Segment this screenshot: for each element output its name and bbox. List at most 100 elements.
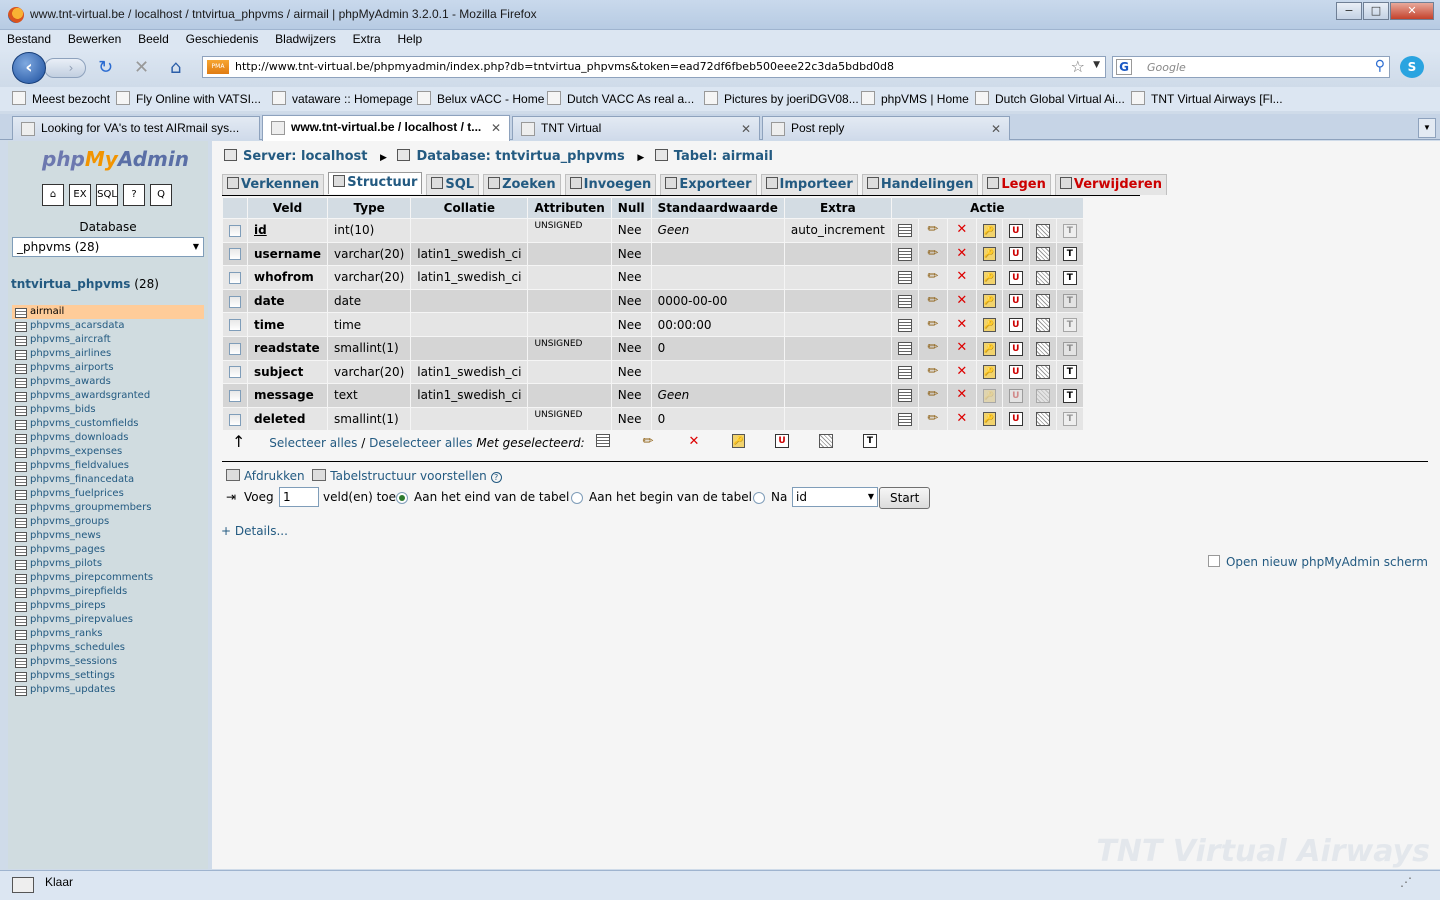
sidebar-table-item[interactable]: phpvms_news: [12, 529, 204, 543]
bookmark-item[interactable]: Belux vACC - Home: [417, 91, 544, 106]
index-icon[interactable]: [1035, 270, 1050, 285]
row-checkbox[interactable]: [229, 389, 241, 402]
sidebar-table-item[interactable]: phpvms_pireps: [12, 599, 204, 613]
close-window-button[interactable]: ✕: [1390, 2, 1434, 20]
after-field-select[interactable]: id ▼: [792, 487, 878, 507]
bookmark-item[interactable]: Dutch Global Virtual Ai...: [975, 91, 1125, 106]
search-input[interactable]: Google: [1147, 61, 1186, 74]
index-icon[interactable]: [1035, 294, 1050, 309]
tab-close-icon[interactable]: ✕: [991, 122, 1001, 136]
sidebar-table-item[interactable]: phpvms_ranks: [12, 627, 204, 641]
menu-extra[interactable]: Extra: [346, 30, 387, 46]
sidebar-table-item[interactable]: phpvms_aircraft: [12, 333, 204, 347]
breadcrumb-server[interactable]: Server: localhost: [243, 149, 367, 164]
maximize-button[interactable]: □: [1363, 2, 1389, 20]
field-name[interactable]: subject: [248, 360, 328, 384]
radio-after[interactable]: [753, 492, 765, 504]
bookmark-item[interactable]: vataware :: Homepage: [272, 91, 413, 106]
primary-key-icon[interactable]: 🔑: [982, 247, 996, 262]
sidebar-table-item[interactable]: phpvms_bids: [12, 403, 204, 417]
field-name[interactable]: id: [248, 219, 328, 242]
browser-tab[interactable]: Post reply ✕: [762, 116, 1010, 140]
index-icon[interactable]: [1035, 247, 1050, 262]
delete-icon[interactable]: ✕: [954, 411, 970, 427]
select-all-link[interactable]: Selecteer alles: [269, 436, 357, 450]
delete-icon[interactable]: ✕: [954, 222, 970, 238]
row-checkbox[interactable]: [229, 271, 241, 284]
primary-selected-icon[interactable]: 🔑: [732, 434, 745, 448]
field-name[interactable]: time: [248, 313, 328, 336]
index-icon[interactable]: [1035, 341, 1050, 356]
stop-icon[interactable]: ✕: [134, 58, 149, 78]
tab-importeer[interactable]: Importeer: [760, 174, 858, 195]
primary-key-icon[interactable]: 🔑: [982, 412, 996, 427]
edit-icon[interactable]: ✏: [925, 222, 941, 238]
radio-at-begin[interactable]: [571, 492, 583, 504]
tab-invoegen[interactable]: Invoegen: [564, 174, 657, 195]
fulltext-icon[interactable]: T: [1062, 270, 1077, 285]
edit-icon[interactable]: ✏: [925, 317, 941, 333]
tab-sql[interactable]: SQL: [426, 174, 480, 195]
delete-icon[interactable]: ✕: [954, 317, 970, 333]
primary-key-icon[interactable]: 🔑: [982, 365, 996, 380]
edit-selected-icon[interactable]: ✏: [640, 434, 656, 450]
row-checkbox[interactable]: [229, 224, 241, 237]
bookmark-item[interactable]: Pictures by joeriDGV08...: [704, 91, 859, 106]
browser-tab-active[interactable]: www.tnt-virtual.be / localhost / t... ✕: [262, 115, 510, 141]
tab-list-dropdown[interactable]: ▼: [1418, 118, 1436, 138]
unique-icon[interactable]: U: [1008, 365, 1023, 380]
sidebar-table-item[interactable]: phpvms_fuelprices: [12, 487, 204, 501]
index-icon[interactable]: [1035, 317, 1050, 332]
row-checkbox[interactable]: [229, 342, 241, 355]
propose-structure-link[interactable]: Tabelstructuur voorstellen: [330, 469, 487, 483]
fulltext-icon[interactable]: T: [1062, 223, 1077, 238]
fulltext-icon[interactable]: T: [1062, 341, 1077, 356]
sidebar-table-item[interactable]: phpvms_settings: [12, 669, 204, 683]
tab-close-icon[interactable]: ✕: [741, 122, 751, 136]
unique-icon[interactable]: U: [1008, 223, 1023, 238]
tab-close-icon[interactable]: ✕: [491, 121, 501, 135]
primary-key-icon[interactable]: 🔑: [982, 317, 996, 332]
database-link[interactable]: tntvirtua_phpvms: [11, 277, 130, 291]
menu-beeld[interactable]: Beeld: [131, 30, 175, 46]
print-link[interactable]: Afdrukken: [244, 469, 305, 483]
sidebar-table-item[interactable]: phpvms_financedata: [12, 473, 204, 487]
browse-icon[interactable]: [897, 365, 912, 379]
search-icon[interactable]: ⚲: [1375, 58, 1385, 74]
menu-bewerken[interactable]: Bewerken: [61, 30, 127, 46]
google-engine-icon[interactable]: G: [1116, 59, 1132, 75]
row-checkbox[interactable]: [229, 319, 241, 332]
url-dropdown-icon[interactable]: ▼: [1093, 60, 1100, 70]
field-name[interactable]: username: [248, 242, 328, 266]
edit-icon[interactable]: ✏: [925, 411, 941, 427]
fulltext-selected-icon[interactable]: T: [863, 434, 877, 448]
edit-icon[interactable]: ✏: [925, 340, 941, 356]
sidebar-table-item[interactable]: phpvms_pirepcomments: [12, 571, 204, 585]
sidebar-table-item[interactable]: phpvms_acarsdata: [12, 319, 204, 333]
browse-icon[interactable]: [897, 318, 912, 332]
sidebar-table-item[interactable]: phpvms_expenses: [12, 445, 204, 459]
sidebar-table-item[interactable]: phpvms_downloads: [12, 431, 204, 445]
deselect-all-link[interactable]: Deselecteer alles: [369, 436, 472, 450]
delete-icon[interactable]: ✕: [954, 340, 970, 356]
edit-icon[interactable]: ✏: [925, 246, 941, 262]
sidebar-table-item[interactable]: phpvms_sessions: [12, 655, 204, 669]
breadcrumb-database[interactable]: Database: tntvirtua_phpvms: [416, 149, 624, 164]
breadcrumb-table[interactable]: Tabel: airmail: [674, 149, 773, 164]
back-button[interactable]: ‹: [12, 52, 46, 84]
sidebar-table-item[interactable]: phpvms_groupmembers: [12, 501, 204, 515]
open-new-window[interactable]: Open nieuw phpMyAdmin scherm: [1207, 555, 1428, 569]
edit-icon[interactable]: ✏: [925, 387, 941, 403]
delete-icon[interactable]: ✕: [954, 246, 970, 262]
row-checkbox[interactable]: [229, 295, 241, 308]
edit-icon[interactable]: ✏: [925, 364, 941, 380]
phpmyadmin-logo[interactable]: phpMyAdmin: [42, 147, 189, 171]
tab-zoeken[interactable]: Zoeken: [483, 174, 561, 195]
row-checkbox[interactable]: [229, 413, 241, 426]
fulltext-icon[interactable]: T: [1062, 247, 1077, 262]
delete-icon[interactable]: ✕: [954, 269, 970, 285]
bookmark-item[interactable]: Fly Online with VATSI...: [116, 91, 261, 106]
fulltext-icon[interactable]: T: [1062, 412, 1077, 427]
tab-verkennen[interactable]: Verkennen: [222, 174, 325, 195]
menu-bladwijzers[interactable]: Bladwijzers: [268, 30, 342, 46]
